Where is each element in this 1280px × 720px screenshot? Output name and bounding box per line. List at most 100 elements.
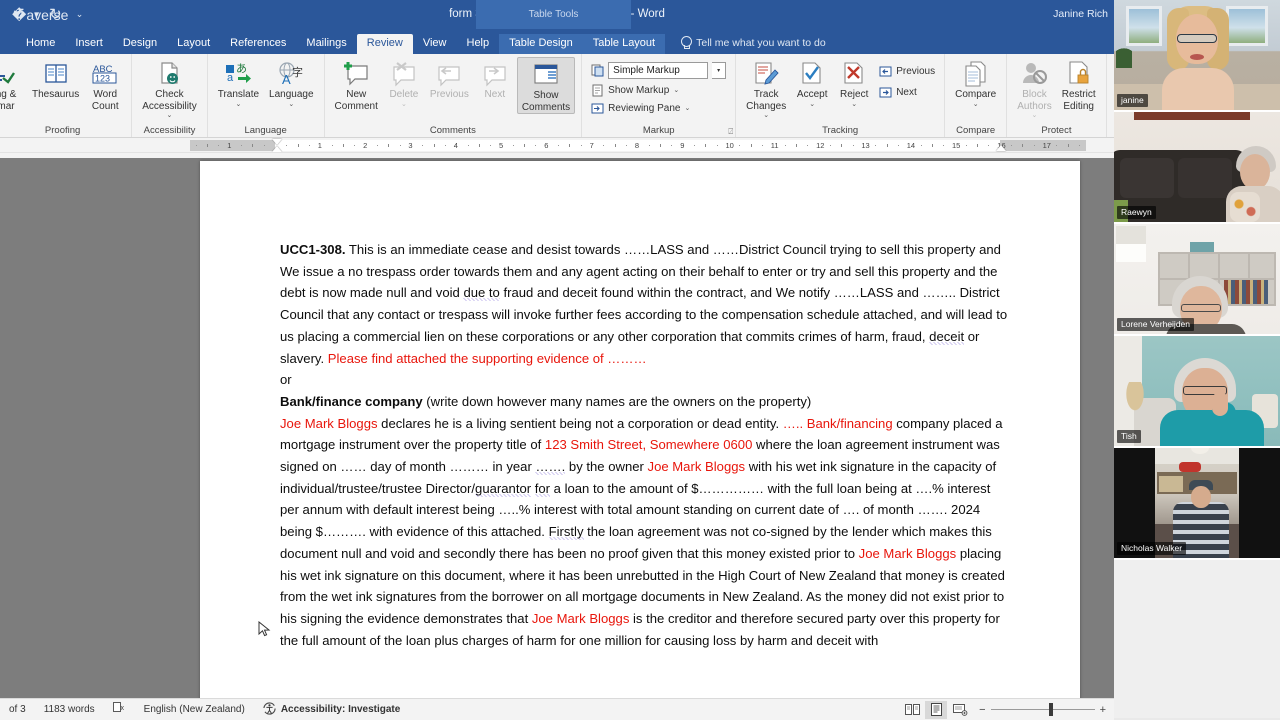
document-paragraph[interactable]: or — [280, 369, 1008, 391]
chevron-down-icon[interactable]: ⌄ — [673, 87, 679, 94]
chevron-down-icon[interactable]: ⌄ — [401, 101, 407, 108]
ruler-dot — [535, 145, 537, 146]
chevron-down-icon[interactable]: ▾ — [712, 62, 727, 79]
ruler-dot — [331, 145, 333, 146]
document-paragraph[interactable]: UCC1-308. This is an immediate cease and… — [280, 239, 1008, 369]
word-count-button[interactable]: ABC 123 Word Count — [85, 57, 125, 112]
zoom-track[interactable] — [990, 703, 1095, 716]
chevron-down-icon[interactable]: ⌄ — [167, 112, 173, 119]
zoom-thumb[interactable] — [1048, 703, 1053, 716]
tab-review[interactable]: Review — [356, 34, 413, 54]
language-indicator[interactable]: English (New Zealand) — [135, 704, 254, 715]
ruler-tick — [478, 144, 480, 147]
accept-button[interactable]: Accept ⌄ — [792, 57, 832, 108]
accessibility-indicator[interactable]: Accessibility: Investigate — [254, 701, 410, 718]
tab-table-design[interactable]: Table Design — [499, 34, 583, 54]
read-mode-button[interactable] — [901, 701, 923, 719]
document-canvas[interactable]: UCC1-308. This is an immediate cease and… — [0, 158, 1114, 698]
right-indent-marker[interactable] — [996, 145, 1006, 151]
new-comment-button[interactable]: New Comment — [331, 57, 382, 112]
ruler-tick — [750, 144, 752, 147]
ruler-dot — [807, 145, 809, 146]
display-for-review-value: Simple Markup — [608, 62, 709, 79]
video-tile-janine[interactable]: janine — [1114, 0, 1280, 112]
next-change-button[interactable]: Next — [876, 84, 938, 101]
print-layout-button[interactable] — [925, 700, 948, 719]
tab-mailings[interactable]: Mailings — [296, 34, 356, 54]
tab-references[interactable]: References — [220, 34, 296, 54]
chevron-down-icon[interactable]: ⌄ — [809, 101, 815, 108]
video-tile-lorene-verheijden[interactable]: Lorene Verheijden — [1114, 224, 1280, 336]
ruler-tick — [207, 144, 209, 147]
zoom-out-button[interactable]: − — [979, 704, 985, 716]
markup-dialog-launcher-icon[interactable]: ⍁ — [728, 127, 733, 137]
chevron-down-icon[interactable]: ⌄ — [684, 105, 690, 112]
track-changes-button[interactable]: Track Changes ⌄ — [742, 57, 790, 119]
ruler-number: 3 — [408, 141, 413, 150]
chevron-down-icon[interactable]: ⌄ — [288, 101, 294, 108]
tab-design[interactable]: Design — [113, 34, 167, 54]
previous-comment-label: Previous — [429, 89, 469, 100]
next-comment-button[interactable]: Next — [475, 57, 515, 101]
hanging-indent-marker[interactable] — [272, 146, 282, 152]
web-layout-button[interactable] — [949, 701, 971, 719]
thesaurus-button[interactable]: Thesaurus — [28, 57, 83, 101]
ruler-left-margin — [190, 140, 275, 151]
compare-button[interactable]: Compare ⌄ — [951, 57, 1000, 108]
chevron-down-icon[interactable]: ⌄ — [1032, 112, 1038, 119]
block-authors-icon — [1020, 59, 1048, 89]
account-user-name[interactable]: Janine Rich — [1053, 0, 1108, 29]
ruler-dot — [490, 145, 492, 146]
ribbon-group-language: aあ Translate ⌄ A字 Language ⌄ Language — [208, 54, 325, 137]
video-tile-raewyn[interactable]: Raewyn — [1114, 112, 1280, 224]
svg-text:123: 123 — [95, 74, 110, 84]
video-tile-tish[interactable]: Tish — [1114, 336, 1280, 448]
page-indicator[interactable]: of 3 — [0, 704, 35, 715]
video-tile-nicholas-walker[interactable]: Nicholas Walker — [1114, 448, 1280, 560]
tab-table-layout[interactable]: Table Layout — [582, 34, 666, 54]
tab-home[interactable]: Home — [16, 34, 65, 54]
language-button[interactable]: A字 Language ⌄ — [265, 57, 318, 108]
document-paragraph[interactable]: Bank/finance company (write down however… — [280, 391, 1008, 413]
check-accessibility-button[interactable]: Check Accessibility ⌄ — [138, 57, 200, 119]
tab-layout[interactable]: Layout — [167, 34, 220, 54]
previous-comment-icon — [435, 59, 463, 89]
chevron-down-icon[interactable]: ⌄ — [235, 101, 241, 108]
chevron-down-icon[interactable]: ⌄ — [851, 101, 857, 108]
first-line-indent-marker[interactable] — [272, 139, 282, 145]
block-authors-button[interactable]: Block Authors ⌄ — [1013, 57, 1055, 119]
previous-change-button[interactable]: Previous — [876, 63, 938, 80]
document-text-body[interactable]: UCC1-308. This is an immediate cease and… — [200, 161, 1080, 651]
previous-comment-button[interactable]: Previous — [426, 57, 473, 101]
ruler-number: 13 — [861, 141, 870, 150]
display-for-review-icon — [591, 64, 604, 77]
zoom-slider[interactable]: − + — [973, 703, 1106, 716]
reviewing-pane-button[interactable]: Reviewing Pane ⌄ — [588, 100, 693, 117]
tell-me-search[interactable]: Tell me what you want to do — [673, 32, 834, 54]
svg-text:あ: あ — [236, 62, 247, 75]
delete-comment-button[interactable]: Delete ⌄ — [384, 57, 424, 108]
ruler-dot — [308, 145, 310, 146]
text-run-spelling-error: for — [534, 480, 551, 497]
tab-view[interactable]: View — [413, 34, 457, 54]
horizontal-ruler[interactable]: 1 1 2 3 4 5 6 7 8 9 10 11 12 13 14 15 16 17 — [0, 138, 1114, 153]
proofing-status[interactable]: x — [104, 702, 135, 717]
show-markup-button[interactable]: Show Markup ⌄ — [588, 82, 682, 99]
chevron-down-icon[interactable]: ⌄ — [973, 101, 979, 108]
translate-button[interactable]: aあ Translate ⌄ — [214, 57, 263, 108]
document-paragraph[interactable]: Joe Mark Bloggs declares he is a living … — [280, 413, 1008, 652]
word-count-indicator[interactable]: 1183 words — [35, 704, 104, 715]
display-for-review-select[interactable]: Simple Markup ▾ — [608, 62, 727, 79]
ruler-number: 10 — [725, 141, 734, 150]
zoom-in-button[interactable]: + — [1100, 704, 1106, 716]
spelling-grammar-button[interactable]: C ng & mar — [0, 57, 26, 112]
chevron-down-icon[interactable]: ⌄ — [763, 112, 769, 119]
ribbon-group-markup: Simple Markup ▾ Show Markup ⌄ Reviewing … — [582, 54, 737, 137]
text-run-highlighted: 123 Smith Street, Somewhere 0600 — [544, 437, 753, 453]
tab-insert[interactable]: Insert — [65, 34, 113, 54]
document-page[interactable]: UCC1-308. This is an immediate cease and… — [200, 161, 1080, 698]
tab-help[interactable]: Help — [457, 34, 500, 54]
show-comments-button[interactable]: Show Comments — [516, 57, 576, 114]
restrict-editing-button[interactable]: Restrict Editing — [1058, 57, 1100, 112]
reject-button[interactable]: Reject ⌄ — [834, 57, 874, 108]
